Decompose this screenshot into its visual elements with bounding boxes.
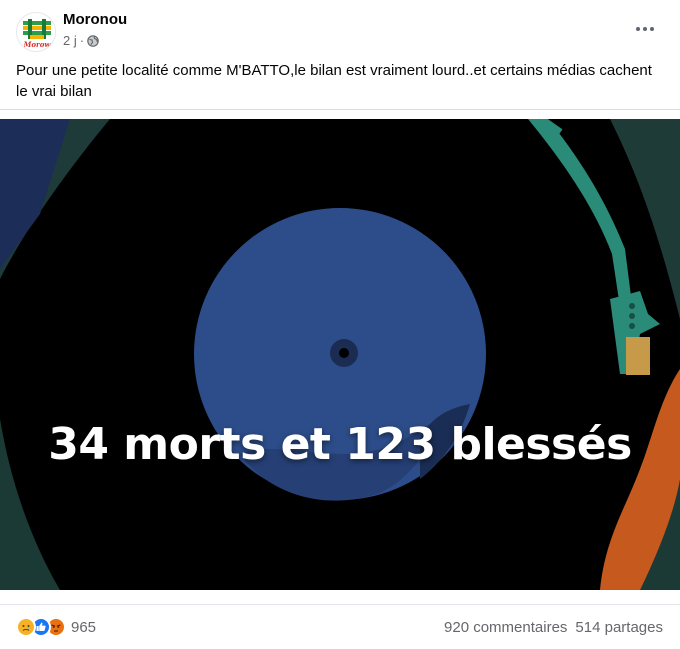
vinyl-record-illustration — [0, 119, 680, 590]
avatar-wordmark: Morow — [23, 40, 52, 49]
engagement-counts: 920 commentaires 514 partages — [444, 619, 663, 636]
more-dot — [643, 27, 647, 31]
video-headline: 34 morts et 123 blessés — [48, 419, 632, 470]
reaction-count: 965 — [71, 618, 97, 636]
post-stats-bar: 965 920 commentaires 514 partages — [0, 604, 680, 648]
avatar-logo-icon: Morow — [17, 13, 55, 51]
comments-count-link[interactable]: 920 commentaires — [444, 619, 567, 636]
reactions-summary[interactable]: 965 — [16, 617, 96, 637]
more-dot — [650, 27, 654, 31]
author-name[interactable]: Moronou — [63, 11, 127, 28]
page-avatar[interactable]: Morow — [16, 12, 56, 52]
post-video-thumbnail[interactable]: 34 morts et 123 blessés — [0, 119, 680, 590]
facebook-post: Morow Moronou 2 j · Pour une petite loca… — [0, 0, 680, 649]
post-header: Morow Moronou 2 j · — [0, 0, 680, 60]
more-options-icon — [636, 27, 640, 31]
post-text: Pour une petite localité comme M'BATTO,l… — [16, 62, 652, 100]
divider — [0, 109, 680, 110]
globe-icon — [87, 34, 99, 47]
sad-reaction-icon — [16, 617, 36, 637]
post-time[interactable]: 2 j — [63, 33, 77, 48]
post-meta: 2 j · — [63, 33, 99, 48]
shares-count-link[interactable]: 514 partages — [575, 619, 663, 636]
more-options-button[interactable] — [630, 14, 660, 44]
meta-separator: · — [79, 33, 85, 48]
